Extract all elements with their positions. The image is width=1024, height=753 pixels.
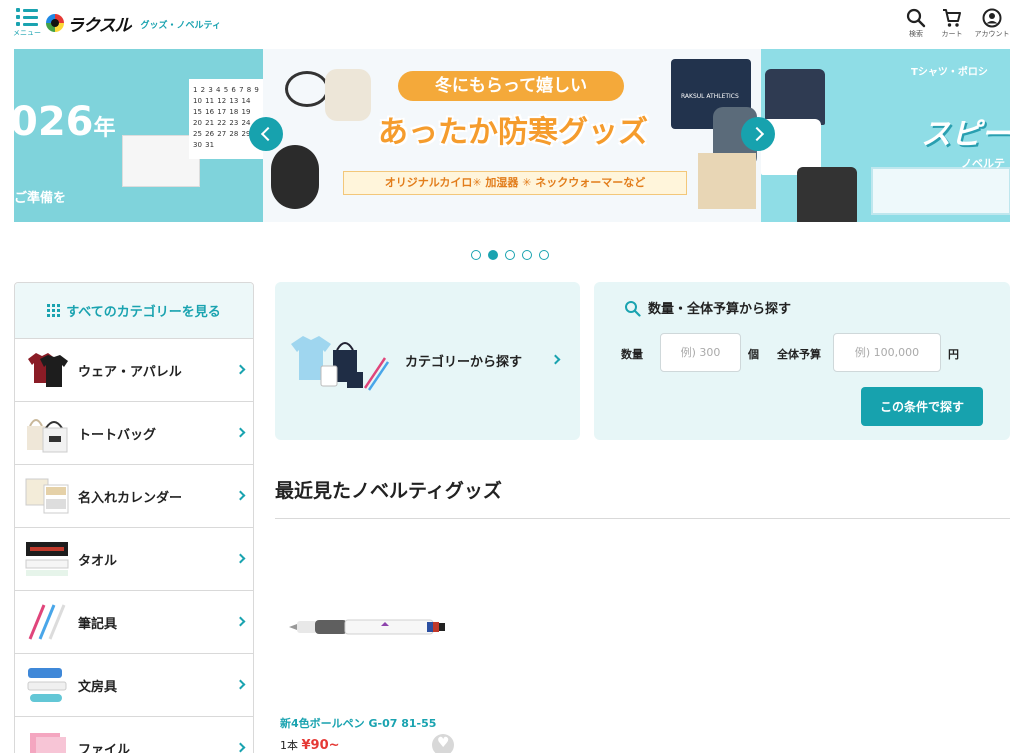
- chevron-right-icon: [235, 364, 246, 375]
- food-box-image: [698, 153, 756, 209]
- carousel-dots: [471, 250, 556, 262]
- chevron-right-icon: [235, 427, 246, 438]
- polo-shirt-image: [765, 69, 825, 125]
- banner-year: 026年: [14, 99, 116, 145]
- banner-strip: オリジナルカイロ✳ 加湿器 ✳ ネックウォーマーなど: [343, 171, 687, 195]
- section-divider: [275, 518, 1010, 519]
- truck-image: [871, 167, 1010, 215]
- chevron-right-icon: [235, 679, 246, 690]
- category-search-panel[interactable]: カテゴリーから探す: [275, 282, 580, 440]
- logo-subtitle: グッズ・ノベルティ: [140, 20, 221, 31]
- file-icon: [30, 733, 66, 753]
- hero-carousel: 1 2 3 4 5 6 7 8 9 10 11 12 13 14 15 16 1…: [14, 49, 1010, 222]
- sidebar-item-label: 筆記具: [78, 616, 118, 632]
- budget-unit: 円: [948, 348, 959, 361]
- search-icon: [906, 8, 926, 28]
- tote-bag-icon: [27, 419, 68, 453]
- carousel-prev-button[interactable]: [249, 117, 283, 151]
- sidebar-item-label: タオル: [78, 553, 118, 569]
- cart-icon: [943, 9, 961, 27]
- sidebar-item-label: ファイル: [78, 742, 131, 753]
- account-label: アカウント: [974, 30, 1010, 38]
- product-price-amount: ¥90~: [301, 738, 340, 753]
- banner-slide-calendar[interactable]: 1 2 3 4 5 6 7 8 9 10 11 12 13 14 15 16 1…: [14, 49, 263, 222]
- carousel-dot[interactable]: [471, 250, 481, 260]
- quantity-unit: 個: [748, 348, 759, 361]
- account-button[interactable]: アカウント: [974, 8, 1010, 39]
- black-tshirt-image: [797, 167, 857, 222]
- carousel-dot[interactable]: [505, 250, 515, 260]
- banner-slide-apparel[interactable]: Tシャツ・ポロシ スピード ノベルテ: [761, 49, 1010, 222]
- sidebar-item-stationery[interactable]: 文房具: [15, 654, 253, 717]
- towel-icon: [25, 542, 69, 576]
- logo-wordmark: ラクスル: [67, 15, 131, 36]
- sidebar-item-label: ウェア・アパレル: [78, 364, 182, 380]
- search-submit-button[interactable]: この条件で探す: [861, 387, 983, 426]
- all-categories-link[interactable]: すべてのカテゴリーを見る: [15, 283, 253, 339]
- sidebar-item-writing-tools[interactable]: 筆記具: [15, 591, 253, 654]
- sidebar-item-label: 名入れカレンダー: [78, 490, 183, 506]
- pen-icon: [28, 604, 66, 640]
- search-icon: [625, 301, 641, 317]
- calendar-image: 1 2 3 4 5 6 7 8 9 10 11 12 13 14 15 16 1…: [189, 79, 263, 159]
- sidebar-item-tote-bag[interactable]: トートバッグ: [15, 402, 253, 465]
- product-name[interactable]: 新4色ボールペン G-07 81-55: [280, 715, 436, 731]
- ballpoint-pen-image: [289, 619, 445, 635]
- product-price: 1本 ¥90~: [280, 737, 340, 753]
- product-unit: 1本: [280, 739, 298, 752]
- site-logo[interactable]: ラクスル グッズ・ノベルティ: [46, 12, 221, 36]
- sidebar-item-apparel[interactable]: ウェア・アパレル: [15, 339, 253, 402]
- category-goods-image: [291, 336, 389, 391]
- category-search-label: カテゴリーから探す: [405, 355, 523, 370]
- all-categories-label: すべてのカテゴリーを見る: [66, 305, 221, 320]
- cart-label: カート: [941, 30, 963, 38]
- sidebar-item-label: トートバッグ: [78, 427, 157, 443]
- carousel-dot-active[interactable]: [488, 250, 498, 260]
- account-icon: [982, 8, 1002, 28]
- banner-slide-winter-goods[interactable]: RAKSUL ATHLETICS 冬にもらって嬉しい あったか防寒グッズ オリジ…: [263, 49, 761, 222]
- search-panel-title: 数量・全体予算から探す: [648, 302, 792, 317]
- recent-section-title: 最近見たノベルティグッズ: [275, 480, 502, 502]
- chevron-right-icon: [235, 553, 246, 564]
- hand-warmer-image: [271, 145, 319, 209]
- sidebar-item-label: 文房具: [78, 679, 118, 695]
- search-button[interactable]: 検索: [898, 8, 934, 39]
- banner-title: あったか防寒グッズ: [378, 115, 648, 150]
- grid-icon: [47, 304, 61, 317]
- quantity-input[interactable]: [660, 333, 741, 372]
- calendar-icon: [25, 478, 69, 514]
- banner-novelty-text: ノベルテ: [961, 157, 1005, 170]
- category-sidebar: すべてのカテゴリーを見る ウェア・アパレル トートバッグ 名入れカレンダー タオ…: [14, 282, 254, 753]
- cable-image: [285, 71, 329, 107]
- banner-bubble-text: 冬にもらって嬉しい: [398, 71, 624, 101]
- budget-label: 全体予算: [777, 348, 821, 361]
- quantity-label: 数量: [621, 348, 643, 361]
- site-header: メニュー ラクスル グッズ・ノベルティ 検索 カート アカウント: [0, 0, 1024, 46]
- banner-apparel-text: Tシャツ・ポロシ: [911, 67, 988, 78]
- stationery-icon: [27, 668, 67, 702]
- quantity-budget-search-panel: 数量・全体予算から探す 数量 個 全体予算 円 この条件で探す: [594, 282, 1010, 440]
- hamburger-icon: [16, 8, 38, 26]
- chevron-right-icon: [235, 742, 246, 753]
- cart-button[interactable]: カート: [934, 8, 970, 39]
- chevron-right-icon: [550, 354, 561, 365]
- carousel-next-button[interactable]: [741, 117, 775, 151]
- search-label: 検索: [909, 30, 923, 38]
- chevron-right-icon: [235, 616, 246, 627]
- menu-label: メニュー: [13, 29, 41, 37]
- carousel-dot[interactable]: [539, 250, 549, 260]
- chevron-right-icon: [235, 490, 246, 501]
- banner-prep-text: ご準備を: [14, 191, 67, 206]
- favorite-heart-icon[interactable]: [432, 734, 454, 753]
- product-card[interactable]: 新4色ボールペン G-07 81-55 1本 ¥90~: [279, 540, 455, 753]
- tshirt-icon: [28, 353, 68, 387]
- sidebar-item-calendar[interactable]: 名入れカレンダー: [15, 465, 253, 528]
- logo-mark-icon: [46, 14, 64, 32]
- budget-input[interactable]: [833, 333, 941, 372]
- banner-speed-text: スピード: [921, 117, 1010, 152]
- sidebar-item-file[interactable]: ファイル: [15, 717, 253, 753]
- carousel-dot[interactable]: [522, 250, 532, 260]
- menu-button[interactable]: メニュー: [12, 8, 42, 40]
- sidebar-item-towel[interactable]: タオル: [15, 528, 253, 591]
